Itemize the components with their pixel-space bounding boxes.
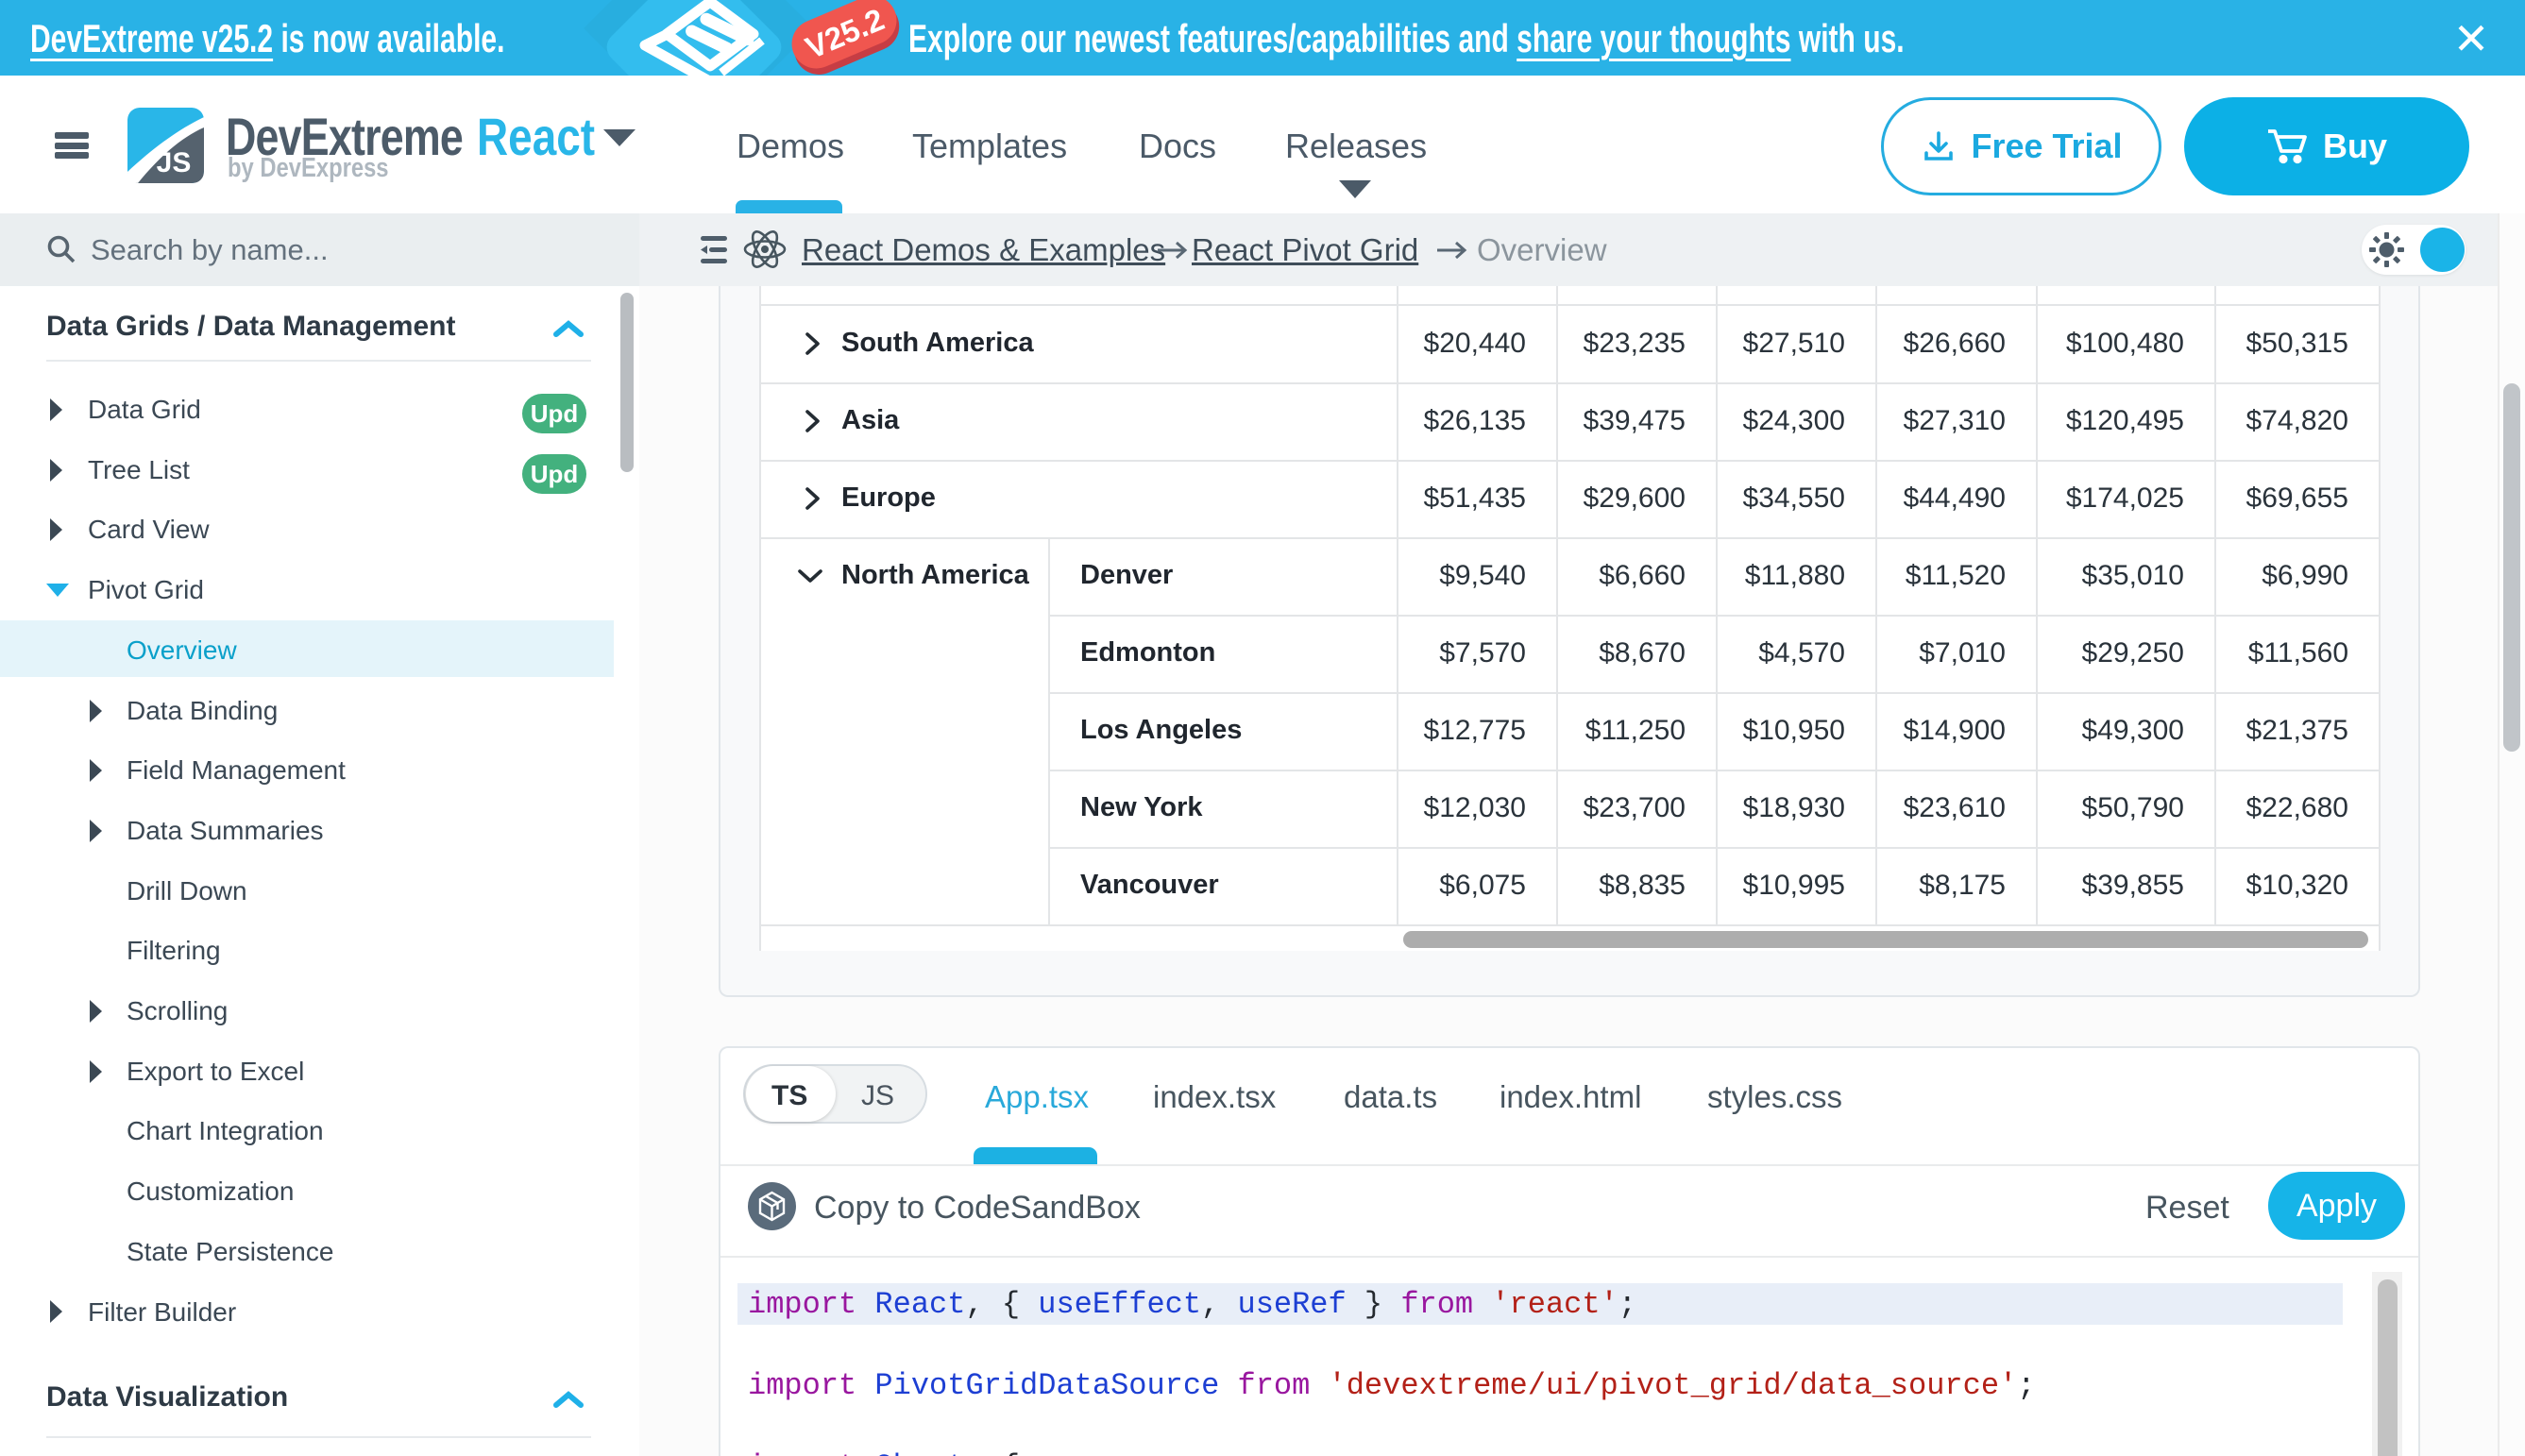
svg-text:JS: JS [157,147,192,178]
